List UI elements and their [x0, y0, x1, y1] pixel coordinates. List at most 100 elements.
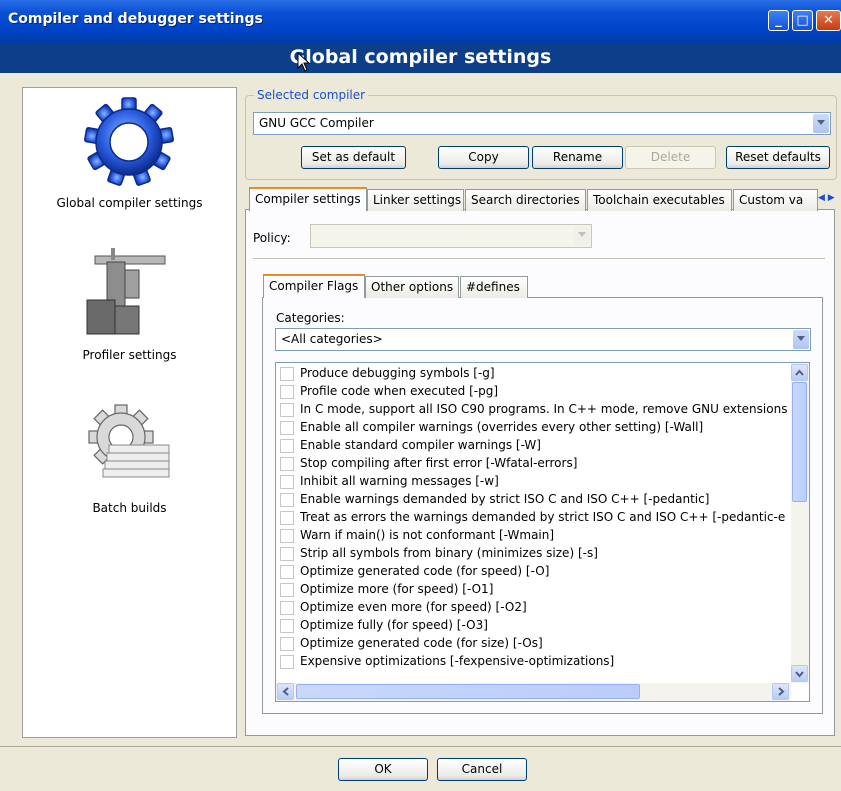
list-item[interactable]: Optimize even more (for speed) [-O2]	[280, 599, 790, 617]
chevron-down-icon[interactable]	[574, 226, 590, 246]
flag-checkbox[interactable]	[280, 421, 294, 435]
list-item[interactable]: Stop compiling after first error [-Wfata…	[280, 455, 790, 473]
flag-label: Inhibit all warning messages [-w]	[300, 474, 499, 488]
tab-linker-settings[interactable]: Linker settings	[367, 189, 464, 211]
horizontal-scrollbar[interactable]	[276, 683, 791, 701]
list-item[interactable]: Profile code when executed [-pg]	[280, 383, 790, 401]
list-item[interactable]: Warn if main() is not conformant [-Wmain…	[280, 527, 790, 545]
list-item[interactable]: Expensive optimizations [-fexpensive-opt…	[280, 653, 790, 671]
list-item[interactable]: Inhibit all warning messages [-w]	[280, 473, 790, 491]
hscroll-thumb[interactable]	[296, 684, 640, 699]
tab-scroll-right-icon[interactable]: ▶	[828, 193, 835, 203]
flag-checkbox[interactable]	[280, 367, 294, 381]
tab-compiler-settings[interactable]: Compiler settings	[249, 187, 367, 211]
flag-checkbox[interactable]	[280, 475, 294, 489]
flag-checkbox[interactable]	[280, 385, 294, 399]
vertical-scrollbar[interactable]	[791, 363, 809, 683]
minimize-button[interactable]: _	[768, 10, 789, 31]
flag-checkbox[interactable]	[280, 457, 294, 471]
scroll-down-icon[interactable]	[791, 665, 808, 682]
flag-label: Strip all symbols from binary (minimizes…	[300, 546, 598, 560]
page-header: Global compiler settings	[0, 43, 841, 73]
tab-scroll-left-icon[interactable]: ◀	[818, 193, 825, 203]
list-item[interactable]: Treat as errors the warnings demanded by…	[280, 509, 790, 527]
flag-checkbox[interactable]	[280, 655, 294, 669]
flag-checkbox[interactable]	[280, 529, 294, 543]
mouse-cursor-icon	[297, 52, 311, 72]
settings-dialog: Compiler and debugger settings _ □ ✕ Glo…	[0, 0, 841, 791]
list-item[interactable]: Enable standard compiler warnings [-W]	[280, 437, 790, 455]
flag-checkbox[interactable]	[280, 493, 294, 507]
list-item[interactable]: Optimize fully (for speed) [-O3]	[280, 617, 790, 635]
categories-select-value: <All categories>	[281, 332, 383, 346]
list-item[interactable]: Strip all symbols from binary (minimizes…	[280, 545, 790, 563]
delete-button[interactable]: Delete	[625, 146, 716, 169]
flag-label: Expensive optimizations [-fexpensive-opt…	[300, 654, 615, 668]
tab-toolchain-executables[interactable]: Toolchain executables	[587, 189, 732, 211]
flag-label: Optimize more (for speed) [-O1]	[300, 582, 494, 596]
set-as-default-button[interactable]: Set as default	[301, 146, 406, 169]
list-item[interactable]: Enable warnings demanded by strict ISO C…	[280, 491, 790, 509]
flag-label: Stop compiling after first error [-Wfata…	[300, 456, 578, 470]
tab-other-options[interactable]: Other options	[365, 276, 459, 298]
list-item[interactable]: Optimize generated code (for size) [-Os]	[280, 635, 790, 653]
list-item[interactable]: Optimize more (for speed) [-O1]	[280, 581, 790, 599]
scroll-left-icon[interactable]	[277, 683, 294, 700]
minimize-icon: _	[775, 13, 782, 28]
list-item[interactable]: Optimize generated code (for speed) [-O]	[280, 563, 790, 581]
flag-checkbox[interactable]	[280, 403, 294, 417]
flag-label: Profile code when executed [-pg]	[300, 384, 499, 398]
sidebar-item-label: Global compiler settings	[56, 196, 203, 210]
reset-defaults-button[interactable]: Reset defaults	[726, 146, 830, 169]
flag-checkbox[interactable]	[280, 601, 294, 615]
categories-select[interactable]: <All categories>	[275, 328, 811, 351]
flag-label: In C mode, support all ISO C90 programs.…	[300, 402, 788, 416]
tab-compiler-flags[interactable]: Compiler Flags	[263, 274, 365, 298]
scroll-up-icon[interactable]	[791, 364, 808, 381]
flag-checkbox[interactable]	[280, 565, 294, 579]
flag-checkbox[interactable]	[280, 583, 294, 597]
flag-label: Optimize generated code (for size) [-Os]	[300, 636, 543, 650]
cancel-button[interactable]: Cancel	[437, 758, 527, 781]
list-item[interactable]: Enable all compiler warnings (overrides …	[280, 419, 790, 437]
tab-custom-variables[interactable]: Custom va	[733, 189, 818, 211]
flag-checkbox[interactable]	[280, 511, 294, 525]
flag-label: Enable warnings demanded by strict ISO C…	[300, 492, 710, 506]
sidebar-item-batch-builds[interactable]: Batch builds	[23, 393, 236, 523]
flag-checkbox[interactable]	[280, 619, 294, 633]
flag-checkbox[interactable]	[280, 547, 294, 561]
chevron-down-icon[interactable]	[813, 114, 829, 133]
rename-button[interactable]: Rename	[532, 146, 623, 169]
flag-label: Optimize generated code (for speed) [-O]	[300, 564, 550, 578]
gear-icon	[84, 97, 174, 186]
close-button[interactable]: ✕	[816, 10, 841, 31]
sidebar-item-profiler[interactable]: Profiler settings	[23, 238, 236, 368]
flag-checkbox[interactable]	[280, 439, 294, 453]
tab-defines[interactable]: #defines	[460, 276, 528, 298]
tab-search-directories[interactable]: Search directories	[465, 189, 586, 211]
scroll-thumb[interactable]	[792, 382, 807, 502]
divider	[253, 258, 825, 259]
maximize-button[interactable]: □	[792, 10, 813, 31]
compiler-select[interactable]: GNU GCC Compiler	[253, 112, 831, 135]
tab-scroll-arrows: ◀ ▶	[818, 193, 836, 207]
list-item[interactable]: Produce debugging symbols [-g]	[280, 365, 790, 383]
sidebar-item-global-compiler[interactable]: Global compiler settings	[23, 88, 236, 238]
page-title: Global compiler settings	[289, 46, 552, 68]
maximize-icon: □	[796, 13, 809, 28]
chevron-down-icon[interactable]	[793, 330, 809, 349]
copy-button[interactable]: Copy	[438, 146, 529, 169]
flag-checkbox[interactable]	[280, 637, 294, 651]
categories-label: Categories:	[276, 311, 345, 325]
settings-sidebar: Global compiler settings Profiler settin…	[22, 87, 237, 738]
flag-label: Enable standard compiler warnings [-W]	[300, 438, 541, 452]
list-item[interactable]: In C mode, support all ISO C90 programs.…	[280, 401, 790, 419]
batch-gear-icon	[88, 404, 170, 478]
flag-label: Warn if main() is not conformant [-Wmain…	[300, 528, 555, 542]
compiler-flags-list: Produce debugging symbols [-g] Profile co…	[275, 362, 810, 702]
scroll-right-icon[interactable]	[772, 683, 789, 700]
policy-select[interactable]	[310, 224, 592, 248]
flag-label: Optimize fully (for speed) [-O3]	[300, 618, 488, 632]
ok-button[interactable]: OK	[338, 758, 428, 781]
selected-compiler-label: Selected compiler	[254, 88, 369, 102]
